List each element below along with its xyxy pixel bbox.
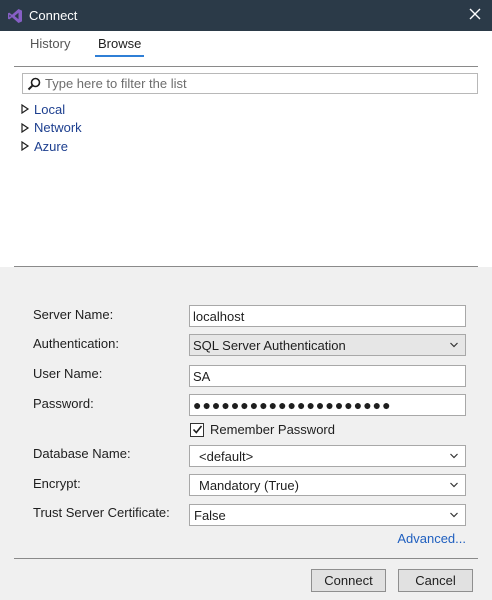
tab-browse[interactable]: Browse	[98, 36, 141, 51]
expand-arrow-icon[interactable]	[20, 122, 30, 133]
database-name-label: Database Name:	[33, 446, 131, 461]
connect-button[interactable]: Connect	[311, 569, 386, 592]
trust-server-certificate-select[interactable]: False	[189, 504, 466, 526]
tree-item-label: Azure	[34, 138, 68, 154]
encrypt-select[interactable]: Mandatory (True)	[189, 474, 466, 496]
chevron-down-icon	[450, 453, 458, 459]
authentication-select[interactable]: SQL Server Authentication	[189, 334, 466, 356]
trust-server-certificate-label: Trust Server Certificate:	[33, 505, 170, 520]
database-name-select[interactable]: <default>	[189, 445, 466, 467]
separator	[14, 266, 478, 267]
database-name-value: <default>	[199, 448, 254, 464]
authentication-value: SQL Server Authentication	[193, 337, 346, 353]
tree-item-azure[interactable]: Azure	[20, 137, 82, 156]
trust-server-certificate-value: False	[194, 507, 226, 523]
chevron-down-icon	[450, 482, 458, 488]
remember-password-checkbox[interactable]: Remember Password	[190, 422, 335, 437]
checkbox-box[interactable]	[190, 422, 204, 437]
chevron-down-icon	[450, 342, 458, 348]
window-title: Connect	[29, 8, 78, 23]
connection-form: Server Name: localhost Authentication: S…	[0, 268, 492, 558]
separator	[14, 66, 478, 67]
chevron-down-icon	[450, 512, 458, 518]
tree-item-label: Network	[34, 120, 82, 136]
user-name-value: SA	[193, 368, 211, 384]
remember-password-label: Remember Password	[210, 422, 335, 437]
password-value: ●●●●●●●●●●●●●●●●●●●●●	[193, 397, 392, 413]
user-name-field[interactable]: SA	[189, 365, 466, 387]
search-icon	[27, 77, 41, 90]
separator	[14, 558, 478, 559]
user-name-label: User Name:	[33, 366, 103, 381]
server-name-label: Server Name:	[33, 307, 114, 322]
authentication-label: Authentication:	[33, 336, 120, 351]
server-tree: Local Network Azure	[20, 100, 82, 156]
visual-studio-icon	[8, 8, 22, 23]
filter-input[interactable]	[45, 76, 477, 91]
encrypt-label: Encrypt:	[33, 476, 81, 491]
browse-panel: Local Network Azure	[0, 61, 492, 267]
tab-bar: History Browse	[0, 31, 492, 61]
tab-history[interactable]: History	[30, 36, 70, 51]
title-bar: Connect	[0, 0, 492, 31]
close-icon[interactable]	[468, 7, 482, 21]
advanced-link[interactable]: Advanced...	[397, 531, 466, 546]
tree-item-local[interactable]: Local	[20, 100, 82, 119]
checkmark-icon	[192, 425, 202, 434]
cancel-button[interactable]: Cancel	[398, 569, 473, 592]
tree-item-label: Local	[34, 101, 66, 117]
tab-active-indicator	[95, 55, 144, 57]
server-name-field[interactable]: localhost	[189, 305, 466, 327]
expand-arrow-icon[interactable]	[20, 104, 30, 115]
encrypt-value: Mandatory (True)	[199, 477, 299, 493]
password-label: Password:	[33, 396, 94, 411]
filter-box[interactable]	[22, 73, 478, 94]
password-field[interactable]: ●●●●●●●●●●●●●●●●●●●●●	[189, 394, 466, 416]
server-name-value: localhost	[193, 308, 245, 324]
tree-item-network[interactable]: Network	[20, 119, 82, 138]
expand-arrow-icon[interactable]	[20, 141, 30, 152]
